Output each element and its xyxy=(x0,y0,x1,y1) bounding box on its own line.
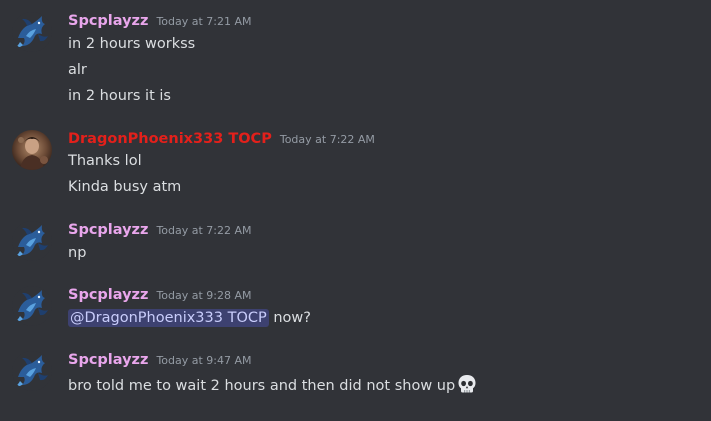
avatar[interactable] xyxy=(12,351,52,391)
username[interactable]: Spcplayzz xyxy=(68,287,148,303)
username[interactable]: Spcplayzz xyxy=(68,352,148,368)
message-text: bro told me to wait 2 hours and then did… xyxy=(68,373,478,396)
message-header: Spcplayzz Today at 7:22 AM xyxy=(68,222,252,242)
message-text-fragment: now? xyxy=(268,310,311,326)
timestamp[interactable]: Today at 7:22 AM xyxy=(156,224,251,237)
message-text: alr xyxy=(68,62,87,78)
timestamp[interactable]: Today at 9:47 AM xyxy=(156,354,251,367)
blue-dragon-avatar-icon xyxy=(12,221,52,261)
timestamp[interactable]: Today at 9:28 AM xyxy=(156,289,251,302)
username[interactable]: DragonPhoenix333 TOCP xyxy=(68,131,272,147)
avatar[interactable] xyxy=(12,130,52,170)
message-text-fragment: bro told me to wait 2 hours and then did… xyxy=(68,378,456,394)
username[interactable]: Spcplayzz xyxy=(68,222,148,238)
message-header: Spcplayzz Today at 9:28 AM xyxy=(68,287,252,307)
avatar[interactable] xyxy=(12,286,52,326)
timestamp[interactable]: Today at 7:22 AM xyxy=(280,133,375,146)
message-text: in 2 hours workss xyxy=(68,36,196,52)
message-header: Spcplayzz Today at 9:47 AM xyxy=(68,352,252,372)
message-text: @DragonPhoenix333 TOCP now? xyxy=(68,308,311,328)
message-text: Kinda busy atm xyxy=(68,179,182,195)
avatar[interactable] xyxy=(12,12,52,52)
blue-dragon-avatar-icon xyxy=(12,351,52,391)
message-text: np xyxy=(68,245,87,261)
avatar[interactable] xyxy=(12,221,52,261)
photo-avatar-icon xyxy=(12,130,52,170)
blue-dragon-avatar-icon xyxy=(12,12,52,52)
message-text: in 2 hours it is xyxy=(68,88,171,104)
chat-messages: Spcplayzz Today at 7:21 AM in 2 hours wo… xyxy=(0,0,711,421)
blue-dragon-avatar-icon xyxy=(12,286,52,326)
message-header: Spcplayzz Today at 7:21 AM xyxy=(68,13,252,33)
timestamp[interactable]: Today at 7:21 AM xyxy=(156,15,251,28)
user-mention[interactable]: @DragonPhoenix333 TOCP xyxy=(68,309,269,327)
username[interactable]: Spcplayzz xyxy=(68,13,148,29)
message-text: Thanks lol xyxy=(68,153,142,169)
message-header: DragonPhoenix333 TOCP Today at 7:22 AM xyxy=(68,131,375,151)
skull-emoji-icon[interactable] xyxy=(456,373,478,395)
